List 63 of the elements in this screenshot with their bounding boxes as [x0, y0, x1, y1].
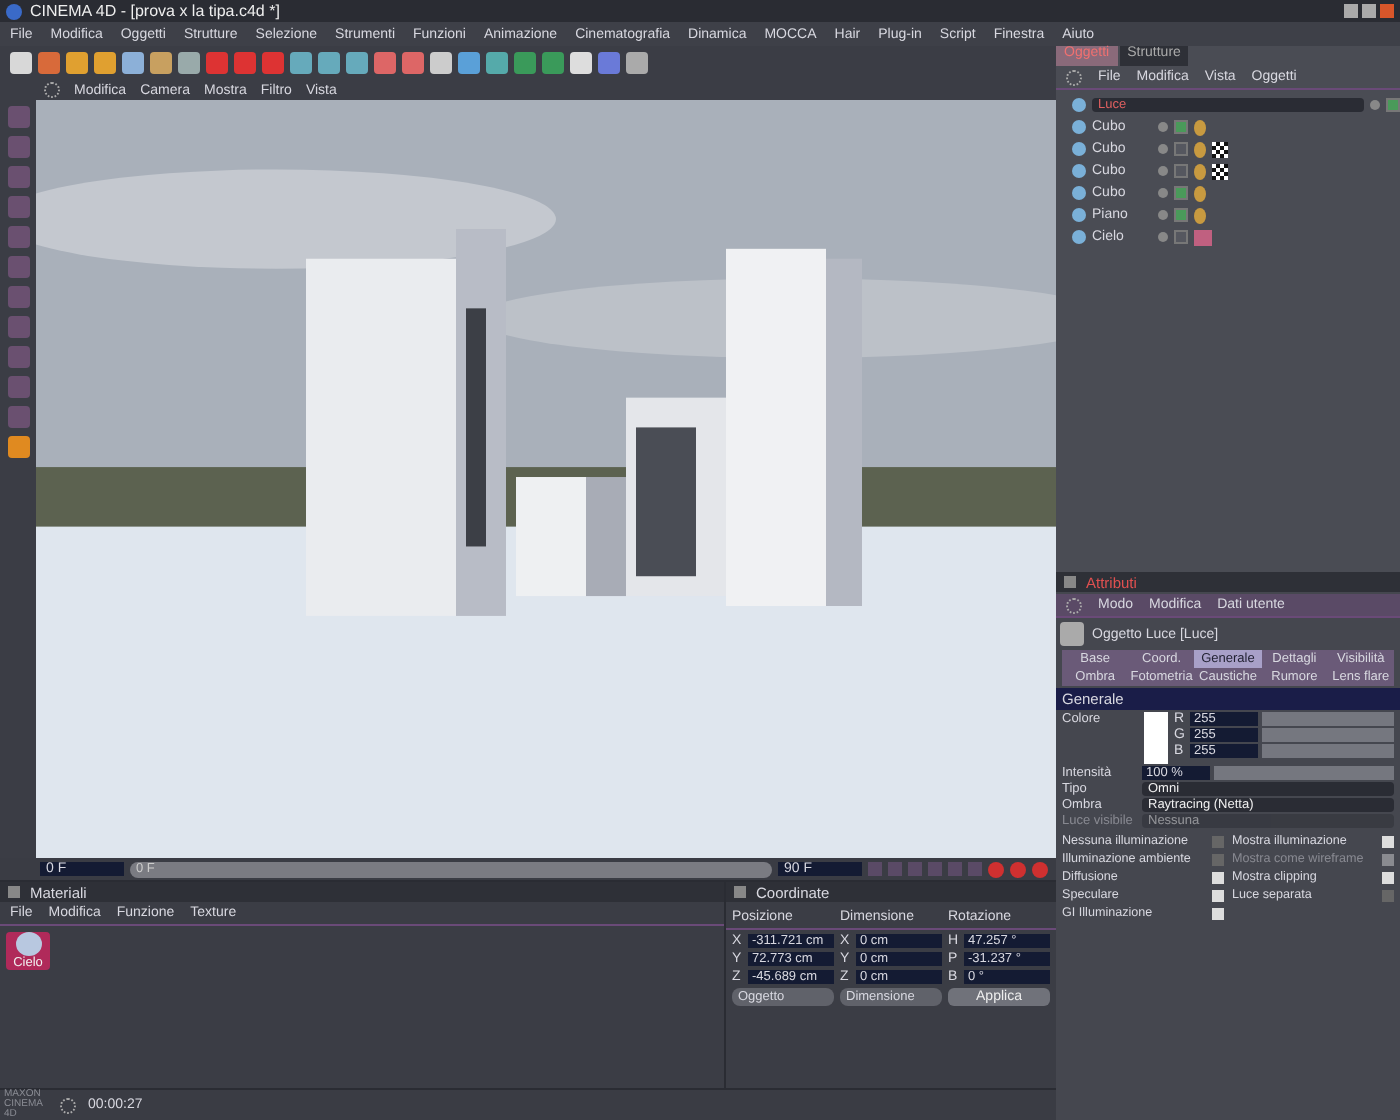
- enabled-check-icon[interactable]: [1174, 230, 1188, 244]
- visibility-dot-icon[interactable]: [1158, 188, 1168, 198]
- toolbar-icon[interactable]: [402, 52, 424, 74]
- enabled-check-icon[interactable]: [1174, 164, 1188, 178]
- toolbar-icon[interactable]: [262, 52, 284, 74]
- grip-icon: [1066, 597, 1082, 613]
- toolbar-icon[interactable]: [542, 52, 564, 74]
- light-icon: [1060, 622, 1084, 646]
- toolbar-icon[interactable]: [318, 52, 340, 74]
- toolbar-icon[interactable]: [514, 52, 536, 74]
- visibility-dot-icon[interactable]: [1158, 232, 1168, 242]
- toolbar-icon[interactable]: [458, 52, 480, 74]
- toolbar-icon[interactable]: [66, 52, 88, 74]
- visibility-dot-icon[interactable]: [1158, 210, 1168, 220]
- app-logo-icon: [6, 3, 22, 19]
- toolbar-icon[interactable]: [10, 52, 32, 74]
- enabled-check-icon[interactable]: [1174, 186, 1188, 200]
- slider-fill[interactable]: [1262, 712, 1394, 726]
- visibility-dot-icon[interactable]: [1158, 166, 1168, 176]
- toolbar-icon[interactable]: [178, 52, 200, 74]
- visibility-dot-icon[interactable]: [1370, 100, 1380, 110]
- toolbar-icon[interactable]: [122, 52, 144, 74]
- checkbox[interactable]: [1382, 835, 1394, 847]
- window-title: CINEMA 4D - [prova x la tipa.c4d *]: [30, 2, 280, 20]
- checkbox[interactable]: [1212, 907, 1224, 919]
- tool-icon[interactable]: [7, 436, 29, 458]
- panel-icon: [734, 886, 746, 898]
- visibility-dot-icon[interactable]: [1158, 122, 1168, 132]
- material-ball-icon: [15, 932, 41, 956]
- toolbar-icon[interactable]: [346, 52, 368, 74]
- toolbar-icon[interactable]: [38, 52, 60, 74]
- toolbar-icon[interactable]: [626, 52, 648, 74]
- enabled-check-icon[interactable]: [1174, 142, 1188, 156]
- enabled-check-icon[interactable]: [1174, 120, 1188, 134]
- color-swatch[interactable]: [1144, 712, 1168, 764]
- enabled-check-icon[interactable]: [1174, 208, 1188, 222]
- toolbar-icon[interactable]: [150, 52, 172, 74]
- checkbox[interactable]: [1212, 835, 1224, 847]
- material-tag-icon[interactable]: [1194, 229, 1212, 245]
- slider-fill[interactable]: [1262, 744, 1394, 758]
- panel-icon: [8, 886, 20, 898]
- slider-fill[interactable]: [1214, 766, 1394, 780]
- toolbar-icon[interactable]: [598, 52, 620, 74]
- enabled-check-icon[interactable]: [1386, 98, 1400, 112]
- toolbar-icon[interactable]: [374, 52, 396, 74]
- slider-fill[interactable]: [1262, 728, 1394, 742]
- visibility-dot-icon[interactable]: [1158, 144, 1168, 154]
- toolbar-icon[interactable]: [290, 52, 312, 74]
- toolbar-icon[interactable]: [486, 52, 508, 74]
- checkbox[interactable]: [1382, 871, 1394, 883]
- grip-icon: [1066, 69, 1082, 85]
- toolbar-icon[interactable]: [206, 52, 228, 74]
- checkbox[interactable]: [1212, 853, 1224, 865]
- grip-icon: [44, 82, 60, 98]
- grip-icon: [60, 1097, 76, 1113]
- checkbox[interactable]: [1212, 889, 1224, 901]
- panel-icon: [1064, 576, 1076, 588]
- toolbar-icon[interactable]: [94, 52, 116, 74]
- checkbox[interactable]: [1382, 889, 1394, 901]
- toolbar-icon[interactable]: [570, 52, 592, 74]
- checkbox[interactable]: [1212, 871, 1224, 883]
- toolbar-icon[interactable]: [234, 52, 256, 74]
- toolbar-icon[interactable]: [430, 52, 452, 74]
